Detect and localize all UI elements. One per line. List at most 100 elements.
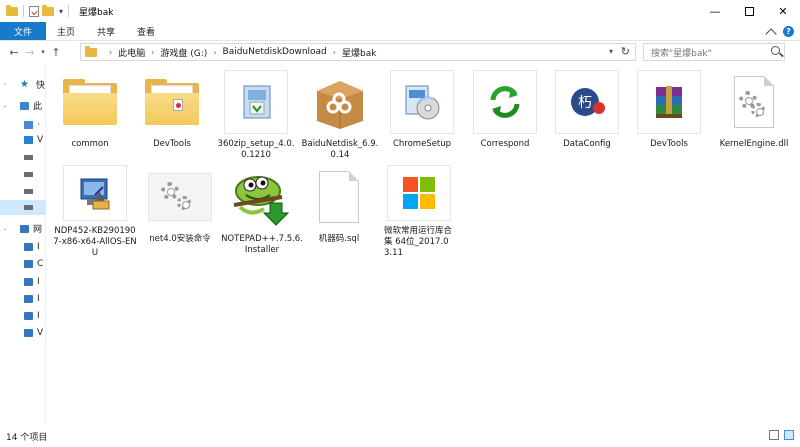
file-name: 微软常用运行库合集 64位_2017.03.11: [384, 226, 453, 258]
arrow-up-icon: ↑: [51, 45, 61, 59]
dataconfig-icon: 朽: [555, 70, 619, 134]
minimize-button[interactable]: —: [698, 0, 732, 22]
window-title: 星爆bak: [79, 7, 114, 18]
recent-locations-button[interactable]: ▾: [38, 43, 48, 61]
file-name: KernelEngine.dll: [719, 139, 789, 149]
chevron-down-icon[interactable]: ⌄: [0, 225, 10, 232]
nav-item-label: 快: [36, 81, 46, 91]
tab-file[interactable]: 文件: [0, 22, 47, 40]
nav-item-computer[interactable]: C: [0, 256, 46, 271]
folder-icon: [85, 45, 97, 57]
gear-file-icon: [148, 173, 212, 221]
help-icon[interactable]: ?: [783, 26, 794, 37]
nav-item-3d[interactable]: ·: [0, 117, 46, 132]
ribbon-tabs: 文件 主页 共享 查看 ?: [0, 22, 800, 41]
windows-logo-icon: [387, 165, 451, 221]
nav-item-label: I: [37, 310, 40, 321]
file-item[interactable]: DevTools: [627, 70, 711, 164]
nav-item-computer[interactable]: I: [0, 274, 46, 289]
item-count: 14 个项目: [6, 432, 48, 443]
file-item[interactable]: 微软常用运行库合集 64位_2017.03.11: [377, 165, 461, 259]
drive-icon: [24, 172, 33, 177]
chevron-down-icon[interactable]: ▾: [609, 47, 613, 56]
file-item[interactable]: 机器码.sql: [297, 165, 381, 259]
maximize-button[interactable]: [732, 0, 766, 22]
tab-share[interactable]: 共享: [86, 22, 126, 40]
large-icons-view-icon[interactable]: [784, 430, 794, 440]
file-item[interactable]: Correspond: [463, 70, 547, 164]
nav-item-drive[interactable]: [0, 184, 46, 199]
address-bar[interactable]: › 此电脑 › 游戏盘 (G:) › BaiduNetdiskDownload …: [80, 43, 636, 61]
expand-ribbon-icon[interactable]: [765, 27, 777, 40]
breadcrumb-download[interactable]: BaiduNetdiskDownload: [223, 47, 327, 57]
search-input[interactable]: 搜索"星爆bak": [643, 43, 785, 61]
tab-view[interactable]: 查看: [126, 22, 166, 40]
nav-item-computer[interactable]: I: [0, 291, 46, 306]
file-item[interactable]: DevTools: [130, 70, 214, 164]
file-name: common: [71, 139, 109, 149]
nav-item-label: C: [37, 258, 44, 269]
file-name: BaiduNetdisk_6.9.0.14: [301, 139, 379, 160]
tab-home[interactable]: 主页: [46, 22, 86, 40]
drive-icon: [24, 205, 33, 210]
star-icon: ★: [20, 79, 29, 90]
up-button[interactable]: ↑: [48, 43, 64, 61]
breadcrumb-current[interactable]: 星爆bak: [342, 46, 376, 59]
nav-item-drive[interactable]: [0, 167, 46, 182]
close-icon: ✕: [778, 4, 788, 18]
file-item[interactable]: ChromeSetup: [380, 70, 464, 164]
details-view-icon[interactable]: [769, 430, 779, 440]
forward-button[interactable]: →: [22, 43, 38, 61]
svg-text:朽: 朽: [578, 95, 592, 111]
nav-item-this-pc[interactable]: ⌄ 此: [0, 98, 46, 113]
installer-icon: [224, 70, 288, 134]
file-list: common DevTools 360zip_setup_4.0.0.1210: [47, 63, 800, 423]
chevron-right-icon[interactable]: ›: [151, 48, 154, 57]
nav-item-network[interactable]: ⌄ 网: [0, 221, 46, 236]
nav-item-computer[interactable]: I: [0, 308, 46, 323]
breadcrumb-this-pc[interactable]: 此电脑: [118, 46, 145, 59]
nav-item-v[interactable]: V: [0, 132, 46, 147]
breadcrumb-drive[interactable]: 游戏盘 (G:): [160, 46, 207, 59]
properties-icon[interactable]: [29, 5, 39, 17]
network-icon: [20, 224, 29, 233]
file-item[interactable]: NOTEPAD++.7.5.6.Installer: [220, 165, 304, 259]
chevron-down-icon[interactable]: ⌄: [0, 102, 10, 109]
nav-item-label: 网: [33, 225, 43, 235]
setup-icon: [390, 70, 454, 134]
nav-item-label: V: [37, 134, 44, 145]
file-item[interactable]: common: [48, 70, 132, 164]
chevron-right-icon[interactable]: ›: [213, 48, 216, 57]
computer-icon: [24, 259, 33, 268]
chevron-right-icon[interactable]: ›: [0, 81, 10, 88]
back-button[interactable]: ←: [6, 43, 22, 61]
nav-item-label: 此: [33, 102, 43, 112]
pc-icon: [20, 101, 29, 110]
file-item[interactable]: 朽 DataConfig: [545, 70, 629, 164]
file-item[interactable]: KernelEngine.dll: [712, 70, 796, 164]
computer-icon: [24, 242, 33, 251]
file-item[interactable]: NDP452-KB2901907-x86-x64-AllOS-ENU: [53, 165, 137, 259]
new-folder-icon[interactable]: [42, 4, 54, 16]
file-item[interactable]: BaiduNetdisk_6.9.0.14: [298, 70, 382, 164]
file-item[interactable]: 360zip_setup_4.0.0.1210: [214, 70, 298, 164]
nav-item-computer[interactable]: V: [0, 325, 46, 340]
computer-icon: [24, 328, 33, 337]
close-button[interactable]: ✕: [766, 0, 800, 22]
folder-icon: [58, 70, 122, 134]
baidu-netdisk-icon: [308, 70, 372, 134]
nav-item-quick-access[interactable]: › ★ 快: [0, 77, 46, 92]
search-placeholder: 搜索"星爆bak": [651, 48, 712, 59]
file-name: Correspond: [480, 139, 530, 149]
refresh-icon[interactable]: ↻: [621, 45, 630, 58]
video-icon: [24, 120, 33, 129]
chevron-down-icon[interactable]: ▾: [59, 7, 63, 16]
nav-item-drive[interactable]: [0, 150, 46, 165]
nav-item-drive-selected[interactable]: [0, 200, 46, 215]
file-name: NDP452-KB2901907-x86-x64-AllOS-ENU: [53, 226, 137, 258]
chevron-right-icon[interactable]: ›: [333, 48, 336, 57]
file-item[interactable]: net4.0安装命令: [138, 165, 222, 259]
search-icon[interactable]: [771, 46, 780, 55]
nav-item-computer[interactable]: I: [0, 239, 46, 254]
chevron-right-icon[interactable]: ›: [109, 48, 112, 57]
